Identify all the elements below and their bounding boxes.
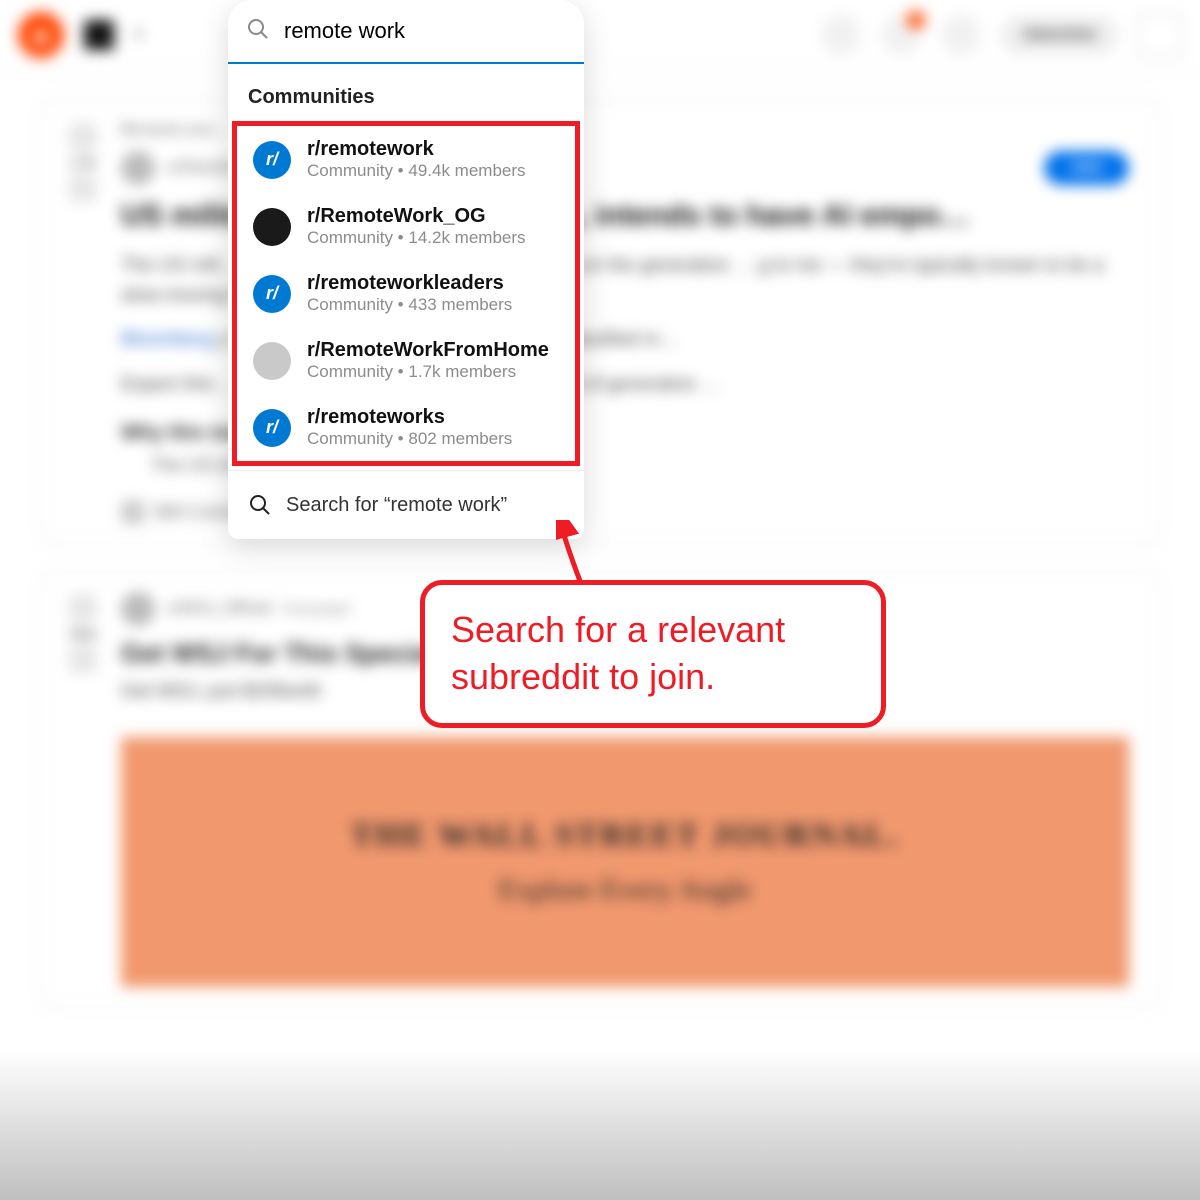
community-meta: Community • 1.7k members <box>307 362 549 382</box>
community-name: r/remoteworks <box>307 406 512 429</box>
community-result[interactable]: r/ r/remotework Community • 49.4k member… <box>237 126 575 193</box>
search-icon <box>246 17 270 46</box>
search-bar <box>228 0 584 64</box>
home-icon[interactable] <box>84 20 114 50</box>
community-avatar: r/ <box>253 141 291 179</box>
community-meta: Community • 49.4k members <box>307 161 526 181</box>
community-result[interactable]: r/RemoteWork_OG Community • 14.2k member… <box>237 193 575 260</box>
post-card: 1.7k Because you… u/OkamM… Join US milit… <box>40 100 1160 545</box>
search-input[interactable] <box>284 18 572 44</box>
chat-button[interactable] <box>821 15 861 55</box>
create-post-button[interactable] <box>941 15 981 55</box>
annotation-callout: Search for a relevant subreddit to join. <box>420 580 886 728</box>
ad-banner[interactable]: THE WALL STREET JOURNAL. Explore Every A… <box>121 737 1129 987</box>
post-link[interactable]: Bloomberg <box>121 329 213 350</box>
ad-subtitle: Explore Every Angle <box>498 873 751 907</box>
vote-column: Vote <box>63 590 103 677</box>
ad-title: THE WALL STREET JOURNAL. <box>350 817 899 855</box>
comment-icon <box>121 500 145 524</box>
community-name: r/RemoteWork_OG <box>307 205 526 228</box>
upvote-button[interactable] <box>69 594 97 622</box>
community-avatar <box>253 342 291 380</box>
vote-count: 1.7k <box>63 155 103 170</box>
search-icon <box>248 493 272 517</box>
join-button[interactable]: Join <box>1044 151 1129 185</box>
advertise-button[interactable]: Advertise <box>1001 16 1118 54</box>
upvote-button[interactable] <box>69 123 97 151</box>
chevron-down-icon[interactable]: ▾ <box>134 24 143 45</box>
vote-count: Vote <box>63 626 103 641</box>
downvote-button[interactable] <box>69 174 97 202</box>
community-meta: Community • 802 members <box>307 429 512 449</box>
communities-header: Communities <box>228 64 584 121</box>
community-avatar: r/ <box>253 275 291 313</box>
community-meta: Community • 433 members <box>307 295 512 315</box>
promoted-label: Promoted <box>284 601 349 618</box>
search-dropdown: Communities r/ r/remotework Community • … <box>228 0 584 539</box>
community-result[interactable]: r/RemoteWorkFromHome Community • 1.7k me… <box>237 327 575 394</box>
community-avatar: r/ <box>253 409 291 447</box>
community-meta: Community • 14.2k members <box>307 228 526 248</box>
notifications-button[interactable]: 0 <box>881 15 921 55</box>
annotation-text: Search for a relevant subreddit to join. <box>451 609 785 697</box>
search-for-query[interactable]: Search for “remote work” <box>228 470 584 539</box>
community-name: r/RemoteWorkFromHome <box>307 339 549 362</box>
community-result[interactable]: r/ r/remoteworkleaders Community • 433 m… <box>237 260 575 327</box>
post-body: The US mili… <box>121 255 238 276</box>
notifications-badge: 0 <box>907 11 925 29</box>
search-for-label: Search for “remote work” <box>286 494 507 517</box>
community-result[interactable]: r/ r/remoteworks Community • 802 members <box>237 394 575 461</box>
community-name: r/remoteworkleaders <box>307 272 512 295</box>
user-menu[interactable] <box>1138 13 1182 57</box>
community-avatar <box>253 208 291 246</box>
author[interactable]: u/WSJ_Official <box>167 600 272 618</box>
top-header: ▾ 0 Advertise <box>0 0 1200 70</box>
vote-column: 1.7k <box>63 119 103 206</box>
author-avatar[interactable] <box>121 592 155 626</box>
results-highlight-box: r/ r/remotework Community • 49.4k member… <box>232 121 580 466</box>
reddit-logo[interactable] <box>18 12 64 58</box>
downvote-button[interactable] <box>69 645 97 673</box>
reddit-icon <box>27 21 55 49</box>
because-label: Because you… <box>121 121 230 139</box>
community-name: r/remotework <box>307 138 526 161</box>
author-avatar[interactable] <box>121 151 155 185</box>
